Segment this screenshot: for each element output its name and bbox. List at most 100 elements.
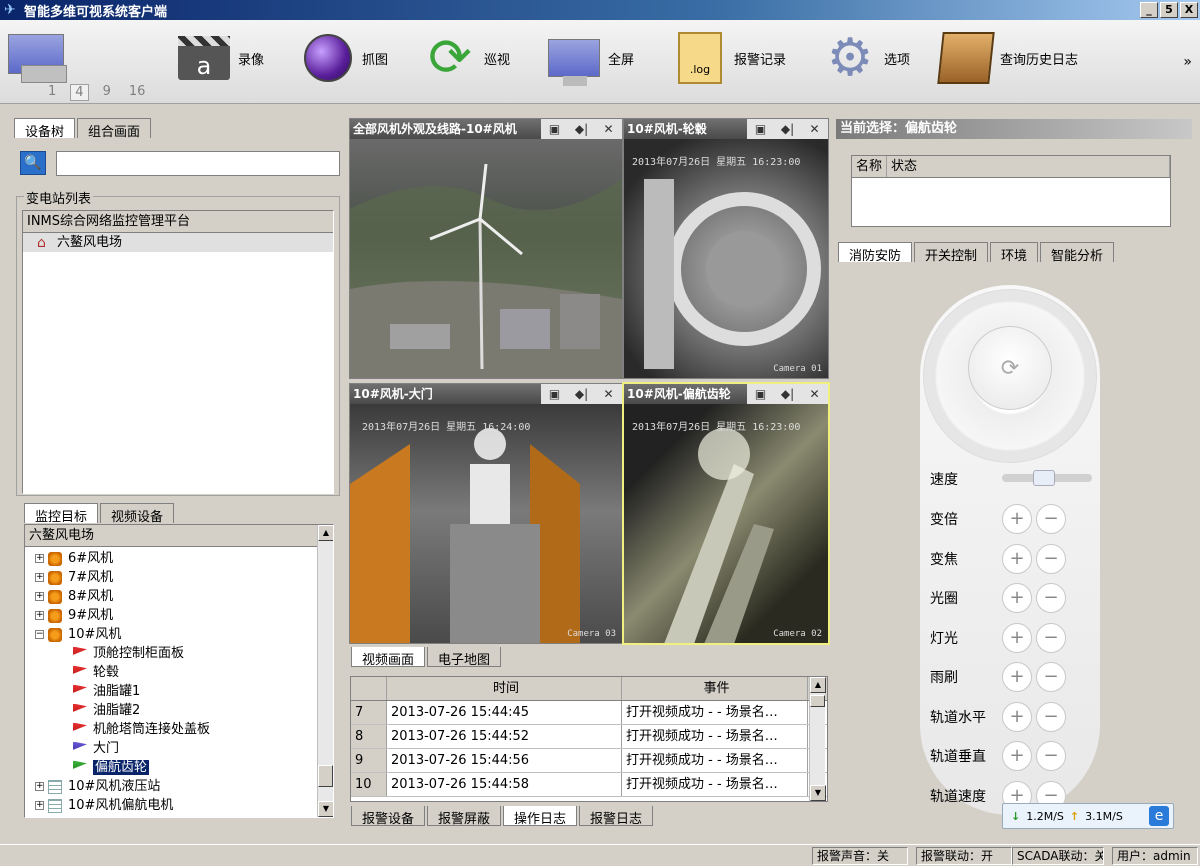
tab-combined-view[interactable]: 组合画面 xyxy=(77,118,152,140)
tree-item[interactable]: 偏航齿轮 xyxy=(25,758,333,777)
col-status-header[interactable]: 状态 xyxy=(887,156,1170,177)
tab-environment[interactable]: 环境 xyxy=(990,242,1039,264)
col-event-header[interactable]: 事件 xyxy=(622,677,808,700)
table-row[interactable]: 10 2013-07-26 15:44:58 打开视频成功 - - 场景名… xyxy=(351,773,827,797)
tree-item[interactable]: 轮毂 xyxy=(25,663,333,682)
maximize-pane-icon[interactable]: ▣ xyxy=(747,384,774,404)
log-scroll-down-button[interactable]: ▼ xyxy=(810,785,826,801)
layout-9-button[interactable]: 9 xyxy=(99,84,115,101)
maximize-pane-icon[interactable]: ▣ xyxy=(541,384,568,404)
tab-operation-log[interactable]: 操作日志 xyxy=(503,806,578,827)
browser-icon[interactable]: e xyxy=(1149,806,1169,826)
log-scroll-up-button[interactable]: ▲ xyxy=(810,677,826,693)
expand-icon[interactable]: + xyxy=(35,801,44,810)
video-pane-1[interactable]: 全部风机外观及线路-10#风机 ▣ ◆| ✕ xyxy=(349,118,623,379)
close-pane-icon[interactable]: ✕ xyxy=(595,384,622,404)
maximize-pane-icon[interactable]: ▣ xyxy=(541,119,568,139)
ptz-zoom-plus-button[interactable]: + xyxy=(1002,504,1032,534)
video-feed-1[interactable] xyxy=(350,139,622,378)
ptz-focus-plus-button[interactable]: + xyxy=(1002,543,1032,574)
ptz-light-plus-button[interactable]: + xyxy=(1002,622,1032,653)
ptz-iris-plus-button[interactable]: + xyxy=(1002,583,1032,613)
tree-scrollbar[interactable]: ▲ ▼ xyxy=(317,525,333,817)
tab-switch-control[interactable]: 开关控制 xyxy=(914,242,989,264)
close-pane-icon[interactable]: ✕ xyxy=(595,119,622,139)
tree-item[interactable]: +9#风机 xyxy=(25,606,333,625)
tour-button[interactable]: ⟳ 巡视 xyxy=(424,32,510,84)
tab-video-view[interactable]: 视频画面 xyxy=(351,647,426,668)
snapshot-button[interactable]: 抓图 xyxy=(302,32,388,84)
col-time-header[interactable]: 时间 xyxy=(387,677,622,700)
layout-4-button[interactable]: 4 xyxy=(70,84,89,101)
table-row[interactable]: 9 2013-07-26 15:44:56 打开视频成功 - - 场景名… xyxy=(351,749,827,773)
tree-item[interactable]: 机舱塔筒连接处盖板 xyxy=(25,720,333,739)
search-button[interactable]: 🔍 xyxy=(20,151,46,175)
screen-layout-icon[interactable] xyxy=(8,34,67,83)
tree-item[interactable]: − 10#风机 xyxy=(25,625,333,644)
ptz-track-horizontal-minus-button[interactable]: − xyxy=(1036,701,1066,732)
ptz-track-vertical-minus-button[interactable]: − xyxy=(1036,741,1066,771)
maximize-pane-icon[interactable]: ▣ xyxy=(747,119,774,139)
tab-alarm-log[interactable]: 报警日志 xyxy=(579,806,654,827)
audio-icon[interactable]: ◆| xyxy=(568,119,595,139)
tree-item[interactable]: +7#风机 xyxy=(25,568,333,587)
table-row[interactable]: 7 2013-07-26 15:44:45 打开视频成功 - - 场景名… xyxy=(351,701,827,725)
ptz-iris-minus-button[interactable]: − xyxy=(1036,583,1066,613)
ptz-wiper-minus-button[interactable]: − xyxy=(1036,662,1066,692)
options-button[interactable]: ⚙ 选项 xyxy=(824,32,910,84)
tab-alarm-shield[interactable]: 报警屏蔽 xyxy=(427,806,502,827)
close-button[interactable]: X xyxy=(1180,2,1198,18)
expand-icon[interactable]: + xyxy=(35,554,44,563)
tab-alarm-devices[interactable]: 报警设备 xyxy=(351,806,426,827)
scada-link-status[interactable]: SCADA联动：关 xyxy=(1012,847,1104,865)
scroll-down-button[interactable]: ▼ xyxy=(318,801,333,817)
toolbar-more-button[interactable]: » xyxy=(1183,54,1192,70)
tab-monitor-target[interactable]: 监控目标 xyxy=(24,503,99,525)
tab-smart-analysis[interactable]: 智能分析 xyxy=(1040,242,1115,264)
tree-item[interactable]: +10#风机偏航电机 xyxy=(25,796,333,815)
tree-item[interactable]: 顶舱控制柜面板 xyxy=(25,644,333,663)
video-feed-3[interactable]: 2013年07月26日 星期五 16:24:00 Camera 03 xyxy=(350,404,622,643)
tree-item[interactable]: 油脂罐1 xyxy=(25,682,333,701)
ptz-speed-slider[interactable] xyxy=(1002,470,1092,486)
tab-electronic-map[interactable]: 电子地图 xyxy=(427,647,502,668)
video-feed-4[interactable]: 2013年07月26日 星期五 16:23:00 Camera 02 xyxy=(624,404,828,643)
ptz-wiper-plus-button[interactable]: + xyxy=(1002,662,1032,692)
station-item[interactable]: ⌂ 六鳌风电场 xyxy=(23,233,333,252)
video-pane-3[interactable]: 2013年07月26日 星期五 16:24:00 Camera 03 10#风机… xyxy=(349,383,623,644)
expand-icon[interactable]: + xyxy=(35,592,44,601)
ptz-focus-minus-button[interactable]: − xyxy=(1036,543,1066,574)
close-pane-icon[interactable]: ✕ xyxy=(801,384,828,404)
ptz-speed-thumb[interactable] xyxy=(1032,470,1055,486)
search-input[interactable] xyxy=(56,151,340,176)
alarm-sound-status[interactable]: 报警声音：关 xyxy=(812,847,908,865)
audio-icon[interactable]: ◆| xyxy=(774,384,801,404)
record-button[interactable]: a 录像 xyxy=(178,32,264,84)
ptz-center-button[interactable]: ⟳ xyxy=(968,326,1052,410)
tab-video-device[interactable]: 视频设备 xyxy=(100,503,175,525)
ptz-track-vertical-plus-button[interactable]: + xyxy=(1002,741,1032,771)
tree-item[interactable]: 大门 xyxy=(25,739,333,758)
ptz-track-horizontal-plus-button[interactable]: + xyxy=(1002,701,1032,732)
tree-item[interactable]: +8#风机 xyxy=(25,587,333,606)
scroll-thumb[interactable] xyxy=(318,765,333,787)
table-row[interactable]: 8 2013-07-26 15:44:52 打开视频成功 - - 场景名… xyxy=(351,725,827,749)
audio-icon[interactable]: ◆| xyxy=(774,119,801,139)
layout-16-button[interactable]: 16 xyxy=(125,84,150,101)
alarm-record-button[interactable]: .log 报警记录 xyxy=(674,32,786,84)
tab-device-tree[interactable]: 设备树 xyxy=(14,118,76,140)
audio-icon[interactable]: ◆| xyxy=(568,384,595,404)
expand-icon[interactable]: + xyxy=(35,573,44,582)
expand-icon[interactable]: + xyxy=(35,611,44,620)
video-feed-2[interactable]: 2013年07月26日 星期五 16:23:00 Camera 01 xyxy=(624,139,828,378)
tree-item[interactable]: 油脂罐2 xyxy=(25,701,333,720)
fullscreen-button[interactable]: 全屏 xyxy=(548,32,634,86)
video-pane-4[interactable]: 2013年07月26日 星期五 16:23:00 Camera 02 10#风机… xyxy=(622,382,830,645)
expand-icon[interactable]: + xyxy=(35,782,44,791)
layout-1-button[interactable]: 1 xyxy=(44,84,60,101)
collapse-icon[interactable]: − xyxy=(35,630,44,639)
col-name-header[interactable]: 名称 xyxy=(852,156,888,177)
minimize-button[interactable]: _ xyxy=(1140,2,1158,18)
alarm-link-status[interactable]: 报警联动：开 xyxy=(916,847,1012,865)
tree-item[interactable]: +6#风机 xyxy=(25,549,333,568)
